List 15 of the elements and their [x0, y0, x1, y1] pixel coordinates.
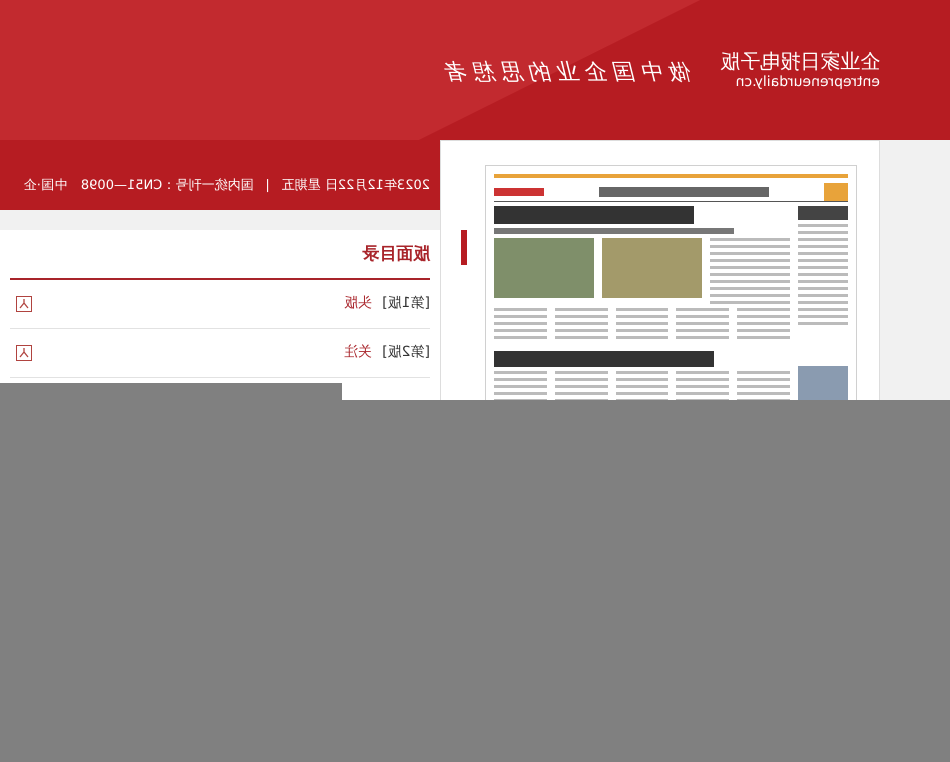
date-text: 2023年12月22日 星期五: [282, 177, 430, 196]
issue-number: 国内统一刊号：CN51—0098: [80, 177, 254, 196]
edition-link[interactable]: 关注: [344, 342, 372, 363]
slogan: 做中国企业的思想者: [440, 58, 692, 86]
separator-text: |: [265, 177, 270, 196]
site-domain: entrepreneurdaily.cn: [734, 74, 880, 92]
section-marker: [461, 230, 467, 265]
edition-number: [第2版]: [382, 343, 430, 362]
pdf-icon[interactable]: [16, 296, 32, 312]
site-title: 企业家日报电子版: [720, 48, 880, 74]
publisher-text: 中国·企: [24, 177, 67, 196]
contents-title: 版面目录: [10, 242, 430, 280]
edition-number: [第1版]: [382, 294, 430, 313]
pdf-icon[interactable]: [16, 344, 32, 360]
edition-link[interactable]: 头版: [344, 293, 372, 314]
